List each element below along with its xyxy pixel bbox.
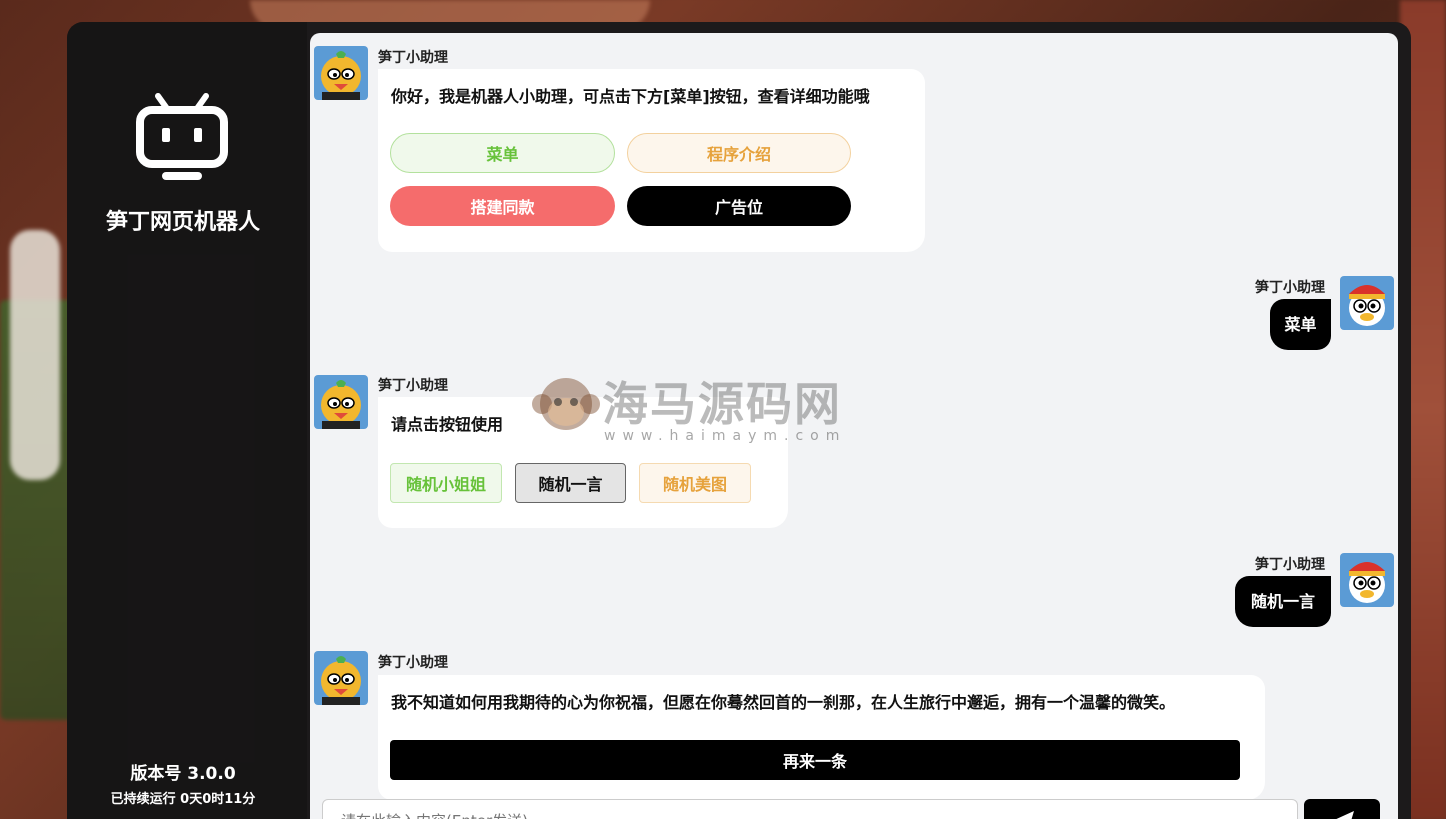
build-same-button[interactable]: 搭建同款 xyxy=(390,186,615,226)
another-one-button[interactable]: 再来一条 xyxy=(390,740,1240,780)
menu-button[interactable]: 菜单 xyxy=(390,133,615,173)
user-message: 菜单 xyxy=(1270,299,1331,350)
bot-avatar-icon xyxy=(314,375,368,429)
app-title: 笋丁网页机器人 xyxy=(105,210,260,235)
user-avatar-icon xyxy=(1340,553,1394,607)
input-bar xyxy=(310,799,1398,819)
message-bubble: 我不知道如何用我期待的心为你祝福，但愿在你蓦然回首的一刹那，在人生旅行中邂逅，拥… xyxy=(378,675,1265,800)
message-input[interactable] xyxy=(322,799,1298,819)
bot-avatar xyxy=(314,375,368,429)
version-label: 版本号 3.0.0 xyxy=(130,764,236,784)
ad-slot-button[interactable]: 广告位 xyxy=(627,186,851,226)
user-message: 随机一言 xyxy=(1235,576,1331,627)
user-avatar xyxy=(1340,276,1394,330)
message-text: 请点击按钮使用 xyxy=(391,415,504,434)
message-text: 我不知道如何用我期待的心为你祝福，但愿在你蓦然回首的一刹那，在人生旅行中邂逅，拥… xyxy=(391,693,1176,712)
sender-name: 笋丁小助理 xyxy=(378,655,448,671)
monkey-logo-icon xyxy=(532,378,600,430)
bot-avatar-icon xyxy=(314,46,368,100)
bot-avatar-icon xyxy=(314,651,368,705)
bot-avatar xyxy=(314,46,368,100)
sender-name: 笋丁小助理 xyxy=(378,50,448,66)
app-window: 笋丁网页机器人 版本号 3.0.0 已持续运行 0天0时11分 笋丁小助理 你好… xyxy=(67,22,1411,819)
sender-name: 笋丁小助理 xyxy=(378,378,448,394)
uptime-label: 已持续运行 0天0时11分 xyxy=(110,792,256,807)
robot-icon xyxy=(136,93,228,180)
program-intro-button[interactable]: 程序介绍 xyxy=(627,133,851,173)
sender-name: 笋丁小助理 xyxy=(1255,280,1325,296)
watermark-name: 海马源码网 xyxy=(602,377,842,431)
sidebar: 笋丁网页机器人 版本号 3.0.0 已持续运行 0天0时11分 xyxy=(67,22,307,819)
chat-panel: 笋丁小助理 你好，我是机器人小助理，可点击下方[菜单]按钮，查看详细功能哦 菜单… xyxy=(310,33,1398,819)
sender-name: 笋丁小助理 xyxy=(1255,557,1325,573)
send-icon xyxy=(1336,811,1354,819)
bot-avatar xyxy=(314,651,368,705)
send-button[interactable] xyxy=(1304,799,1380,819)
message-text: 你好，我是机器人小助理，可点击下方[菜单]按钮，查看详细功能哦 xyxy=(391,87,870,106)
user-avatar xyxy=(1340,553,1394,607)
random-image-button[interactable]: 随机美图 xyxy=(639,463,751,503)
background-figure xyxy=(10,230,60,480)
watermark: 海马源码网 www.haimaym.com xyxy=(530,368,890,448)
random-girl-button[interactable]: 随机小姐姐 xyxy=(390,463,502,503)
random-quote-button[interactable]: 随机一言 xyxy=(515,463,626,503)
watermark-url: www.haimaym.com xyxy=(604,428,847,444)
user-avatar-icon xyxy=(1340,276,1394,330)
